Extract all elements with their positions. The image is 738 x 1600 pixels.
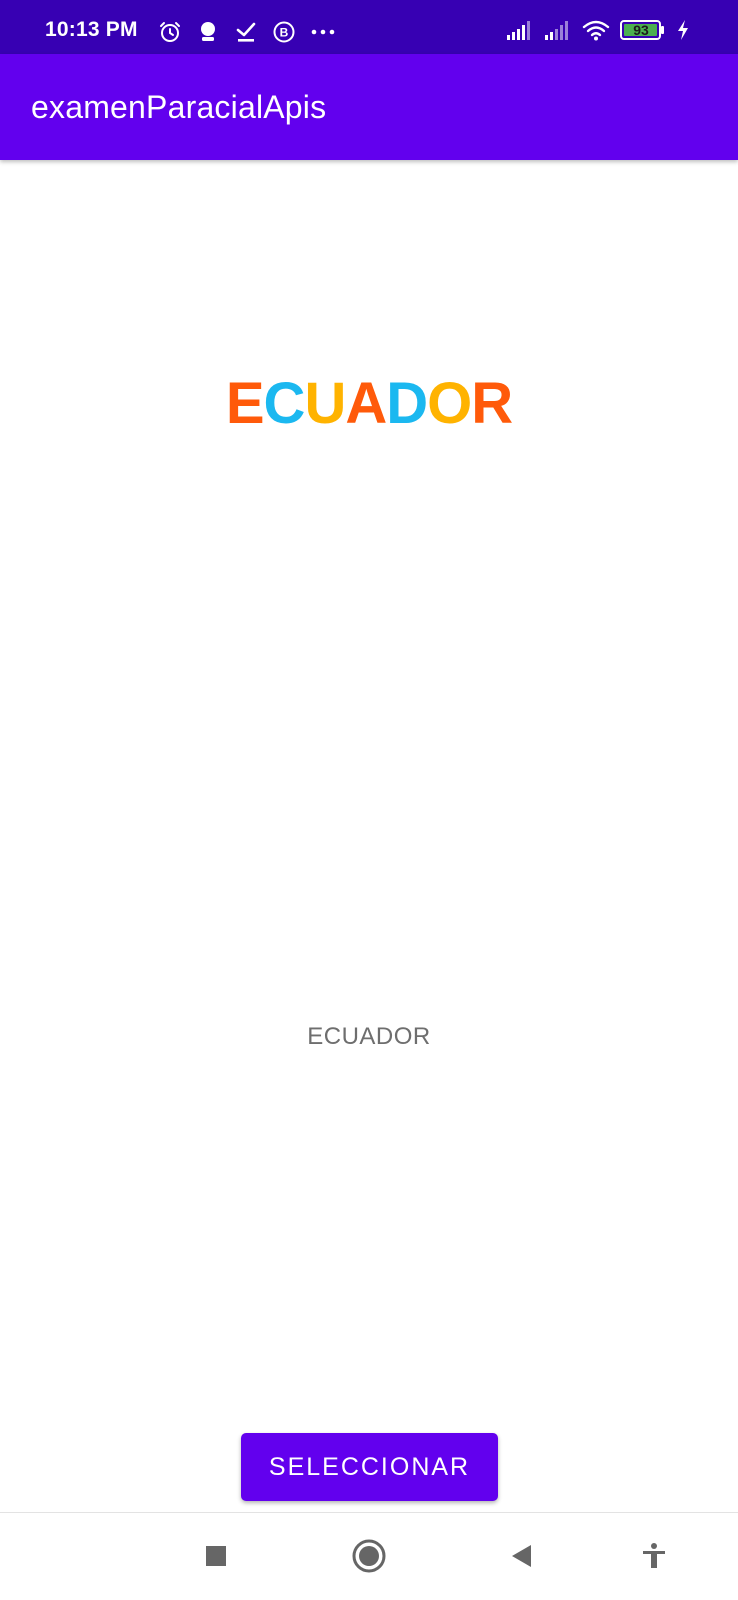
status-icons-left: B — [158, 20, 336, 44]
app-title: examenParacialApis — [31, 89, 327, 125]
back-triangle-icon[interactable] — [492, 1526, 552, 1586]
logo-letter: R — [471, 371, 513, 436]
charging-icon — [676, 19, 690, 41]
status-bar: 10:13 PM B 93 — [0, 0, 738, 54]
battery-level: 93 — [633, 22, 649, 38]
status-time: 10:13 PM — [45, 18, 138, 41]
recents-square-icon[interactable] — [186, 1526, 246, 1586]
wifi-icon — [582, 19, 610, 41]
logo-letter: C — [263, 371, 306, 436]
accessibility-icon[interactable] — [624, 1526, 684, 1586]
app-bar: examenParacialApis — [0, 54, 738, 160]
whatsapp-business-icon: B — [272, 20, 296, 44]
status-icons-right: 93 — [506, 19, 690, 41]
home-circle-icon[interactable] — [339, 1526, 399, 1586]
signal-secondary-icon — [544, 19, 572, 41]
navigation-bar — [0, 1512, 738, 1600]
svg-text:B: B — [280, 26, 289, 40]
logo-letter: O — [427, 371, 472, 436]
logo-letter: D — [386, 371, 428, 436]
battery-icon: 93 — [620, 19, 666, 41]
select-button[interactable]: SELECCIONAR — [241, 1433, 498, 1501]
download-done-icon — [234, 20, 258, 44]
more-dots-icon — [310, 20, 336, 44]
country-label: ECUADOR — [307, 1023, 431, 1050]
signal-icon — [506, 19, 534, 41]
assistant-icon — [196, 20, 220, 44]
alarm-icon — [158, 20, 182, 44]
logo-letter: E — [225, 371, 265, 436]
ecuador-logo: ECUADOR — [0, 370, 738, 437]
logo-letter: U — [304, 371, 346, 436]
logo-letter: A — [345, 371, 387, 436]
